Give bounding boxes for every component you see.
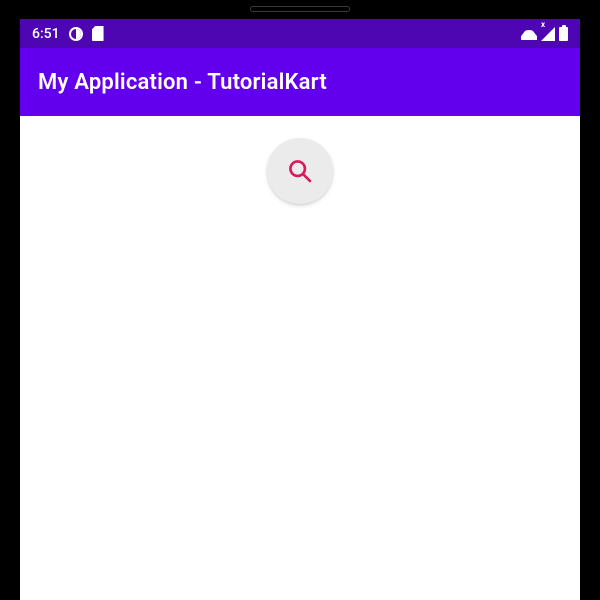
battery-icon <box>559 27 568 41</box>
speaker-grill <box>250 6 350 12</box>
signal-icon: x <box>541 27 555 41</box>
content-area <box>20 116 580 600</box>
status-left: 6:51 <box>32 26 104 42</box>
search-fab[interactable] <box>267 138 333 204</box>
app-bar: My Application - TutorialKart <box>20 48 580 116</box>
bezel-top <box>0 0 600 19</box>
status-bar: 6:51 x <box>20 19 580 48</box>
device-frame: 6:51 x My Application - TutorialKart <box>0 0 600 600</box>
bezel-right <box>580 0 600 600</box>
status-time: 6:51 <box>32 26 60 42</box>
sd-icon <box>92 26 104 41</box>
contrast-icon <box>69 27 83 41</box>
wifi-icon <box>521 28 537 40</box>
status-right: x <box>521 27 568 41</box>
app-title: My Application - TutorialKart <box>38 70 327 95</box>
bezel-left <box>0 0 20 600</box>
search-icon <box>286 157 314 185</box>
